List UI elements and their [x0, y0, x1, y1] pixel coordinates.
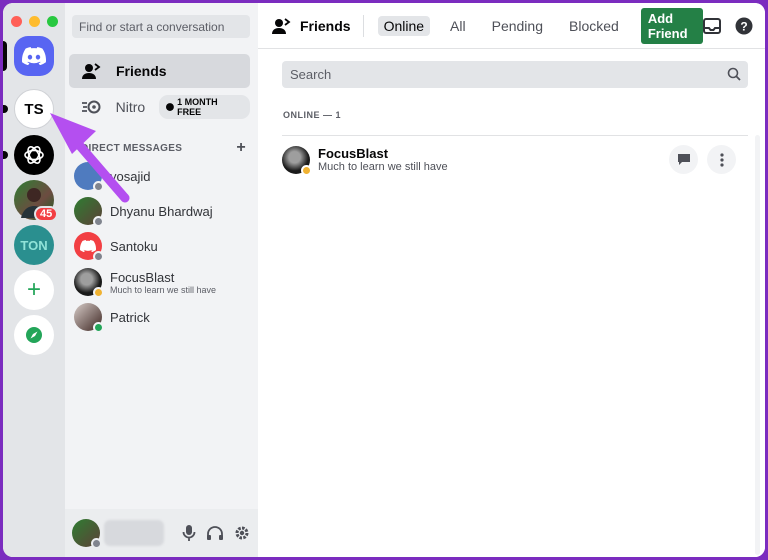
- friends-icon: [272, 17, 291, 34]
- add-friend-button[interactable]: Add Friend: [640, 7, 703, 44]
- svg-text:?: ?: [740, 19, 747, 33]
- discord-home-button[interactable]: [14, 36, 54, 76]
- dm-custom-status: Much to learn we still have: [110, 284, 217, 295]
- sidebar-item-label: Nitro: [115, 99, 146, 115]
- chat-bubble-icon: [677, 154, 690, 165]
- status-offline-icon: [91, 538, 102, 549]
- tab-blocked[interactable]: Blocked: [563, 16, 625, 36]
- direct-messages-title: DIRECT MESSAGES: [81, 142, 183, 154]
- search-icon: [727, 67, 741, 84]
- avatar: [74, 268, 104, 298]
- status-offline-icon: [93, 181, 104, 192]
- sidebar-item-friends[interactable]: Friends: [69, 54, 250, 88]
- discord-logo-icon: [80, 240, 96, 252]
- direct-messages-sidebar: Find or start a conversation Friends Nit…: [65, 3, 258, 557]
- tab-online[interactable]: Online: [377, 15, 431, 36]
- dm-item-patrick[interactable]: Patrick: [74, 300, 250, 334]
- friends-search-input[interactable]: Search: [282, 61, 748, 88]
- search-placeholder: Search: [290, 67, 332, 82]
- status-offline-icon: [93, 216, 104, 227]
- tab-all[interactable]: All: [444, 16, 472, 36]
- nitro-small-icon: [166, 103, 175, 111]
- status-idle-icon: [93, 287, 104, 298]
- sidebar-item-nitro[interactable]: Nitro 1 MONTH FREE: [69, 90, 250, 124]
- settings-gear-icon[interactable]: [234, 525, 250, 541]
- dm-item-santoku[interactable]: Santoku: [74, 229, 250, 263]
- window-controls: [11, 16, 58, 27]
- server-chatgpt[interactable]: [14, 135, 54, 175]
- user-avatar[interactable]: [72, 519, 102, 549]
- dm-item-focusblast[interactable]: FocusBlast Much to learn we still have: [74, 265, 250, 299]
- avatar: [74, 162, 104, 192]
- nitro-icon: [81, 100, 103, 114]
- maximize-window-button[interactable]: [47, 16, 58, 27]
- avatar: [74, 232, 104, 262]
- explore-servers-button[interactable]: [14, 315, 54, 355]
- mention-badge: 45: [34, 206, 59, 222]
- dm-name: Patrick: [110, 309, 150, 325]
- status-offline-icon: [93, 251, 104, 262]
- compass-icon: [26, 327, 42, 343]
- status-online-icon: [93, 322, 104, 333]
- minimize-window-button[interactable]: [29, 16, 40, 27]
- openai-logo-icon: [24, 146, 44, 164]
- friends-topbar: Friends Online All Pending Blocked Add F…: [258, 3, 765, 49]
- friends-icon: [81, 63, 103, 79]
- page-title-label: Friends: [300, 17, 351, 34]
- message-button[interactable]: [669, 145, 698, 174]
- status-idle-icon: [301, 164, 312, 176]
- friend-name: FocusBlast: [318, 146, 389, 161]
- add-server-button[interactable]: +: [14, 270, 54, 310]
- dm-name: Dhyanu Bhardwaj: [110, 203, 213, 219]
- more-vertical-icon: [719, 152, 724, 167]
- server-ts[interactable]: TS: [14, 89, 54, 129]
- dm-item-dhyanu-bhardwaj[interactable]: Dhyanu Bhardwaj: [74, 194, 250, 228]
- avatar: [282, 145, 312, 176]
- selected-indicator: [3, 41, 7, 71]
- server-ton-label: TON: [20, 237, 48, 253]
- server-ton[interactable]: TON: [14, 225, 54, 265]
- find-conversation-input[interactable]: Find or start a conversation: [72, 15, 250, 38]
- create-dm-button[interactable]: +: [236, 139, 246, 157]
- inbox-icon[interactable]: [703, 17, 721, 34]
- blurred-username: [104, 520, 164, 546]
- microphone-icon[interactable]: [182, 524, 196, 542]
- sidebar-item-label: Friends: [116, 63, 167, 79]
- nitro-promo-badge: 1 MONTH FREE: [159, 95, 250, 119]
- dm-name: FocusBlast: [110, 269, 175, 285]
- avatar: [74, 197, 104, 227]
- user-panel: [65, 509, 258, 557]
- avatar: [74, 303, 104, 333]
- unread-indicator: [3, 105, 8, 113]
- nitro-badge-label: 1 MONTH FREE: [177, 97, 218, 117]
- dm-name: Santoku: [110, 238, 158, 254]
- online-count-header: ONLINE — 1: [283, 110, 342, 120]
- server-rail: TS 45 TON +: [3, 3, 65, 557]
- discord-logo-icon: [22, 47, 46, 65]
- dm-item-yosajid[interactable]: yosajid: [74, 159, 250, 193]
- main-content: Friends Online All Pending Blocked Add F…: [258, 3, 765, 557]
- plus-icon: +: [26, 276, 41, 303]
- friend-custom-status: Much to learn we still have: [318, 161, 448, 173]
- scrollbar[interactable]: [755, 135, 760, 555]
- friend-row-focusblast[interactable]: FocusBlast Much to learn we still have: [282, 135, 748, 183]
- tab-pending[interactable]: Pending: [486, 16, 549, 36]
- dm-name: yosajid: [110, 168, 151, 184]
- headphones-icon[interactable]: [206, 525, 224, 541]
- unread-indicator: [3, 151, 8, 159]
- page-title: Friends: [272, 14, 364, 37]
- discord-window: TS 45 TON + Find or start a conversation…: [3, 3, 765, 557]
- help-icon[interactable]: ?: [735, 17, 753, 35]
- direct-messages-header: DIRECT MESSAGES +: [81, 139, 246, 157]
- server-ts-label: TS: [24, 100, 44, 118]
- more-options-button[interactable]: [707, 145, 736, 174]
- close-window-button[interactable]: [11, 16, 22, 27]
